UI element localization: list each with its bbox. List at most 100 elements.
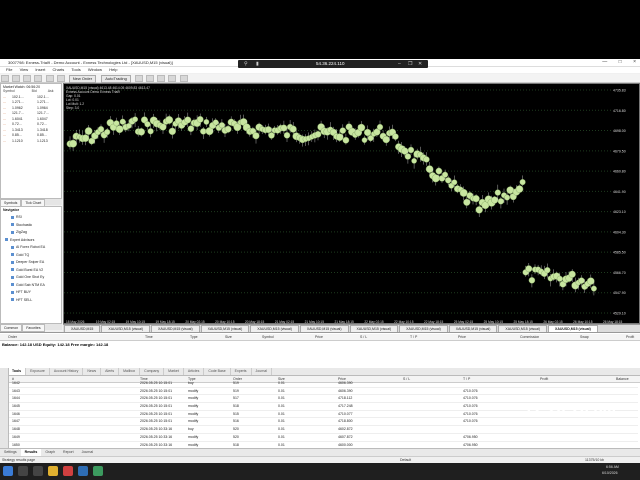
tester-tab[interactable]: Journal [78, 449, 97, 456]
tab-common[interactable]: Common [0, 324, 23, 332]
navigator-item[interactable]: Gold Sab NTM EA [11, 283, 45, 287]
trade-marker [97, 126, 105, 133]
menu-window[interactable]: Window [88, 67, 102, 73]
profiles-icon[interactable] [12, 75, 21, 82]
browser-icon[interactable] [63, 466, 73, 476]
file-explorer-icon[interactable] [48, 466, 58, 476]
results-row[interactable]: 1643 2026.05.25 10:15:01 modify 519 0.01 4606… [8, 388, 638, 396]
tester-tab[interactable]: Settings [0, 449, 21, 456]
tester-tab[interactable]: Results [20, 449, 42, 456]
orders-column[interactable]: Order [8, 335, 17, 339]
orders-column[interactable]: Price [315, 335, 323, 339]
terminal-tab[interactable]: News [83, 368, 102, 375]
mt4-icon[interactable] [93, 466, 103, 476]
orders-column[interactable]: Type [190, 335, 198, 339]
new-order-button[interactable]: New Order [68, 75, 97, 83]
navigator-item-label: HFT BUY [16, 290, 31, 294]
terminal-tab[interactable]: Market [164, 368, 184, 375]
navigator-item[interactable]: ZigZag [11, 230, 27, 234]
minimize-remote-icon[interactable]: – [398, 61, 401, 67]
price-tick-label: 4679.50 [613, 149, 626, 153]
results-cell-n: 1650 [12, 442, 20, 447]
candle-chart-icon[interactable] [146, 75, 155, 82]
terminal-tab[interactable]: Tools [8, 368, 27, 375]
terminal-tab[interactable]: Experts [231, 368, 252, 375]
new-chart-icon[interactable] [1, 75, 9, 82]
navigator-item[interactable]: Stochastic [11, 223, 32, 227]
terminal-tab[interactable]: Mailbox [119, 368, 141, 375]
maximize-button[interactable]: □ [619, 59, 622, 65]
line-chart-icon[interactable] [157, 75, 166, 82]
results-row[interactable]: 1642 2026.05.25 10:15:01 buy 519 0.01 4606.39… [8, 380, 638, 388]
menu-help[interactable]: Help [109, 67, 117, 73]
orders-column[interactable]: Symbol [262, 335, 274, 339]
zoom-in-icon[interactable] [168, 75, 177, 82]
start-icon[interactable] [3, 466, 13, 476]
orders-column[interactable]: Swap [580, 335, 589, 339]
tab-favorites[interactable]: Favorites [22, 324, 45, 332]
col-ask[interactable]: Ask [48, 89, 54, 93]
minimize-button[interactable]: — [602, 59, 607, 65]
tray-time[interactable]: 6:56 AM [606, 465, 619, 469]
close-remote-icon[interactable]: ✕ [418, 61, 422, 67]
price-chart[interactable]: 4735.83 4716.80 4698.00 4679.50 4660.80 4641.… [63, 83, 640, 324]
navigator-item[interactable]: Gold One Shot Ey [11, 275, 44, 279]
tester-tab[interactable]: Report [59, 449, 78, 456]
trade-marker [165, 116, 174, 124]
pin-icon[interactable]: ⚲ [244, 61, 248, 67]
search-icon[interactable] [18, 466, 28, 476]
status-right: 11375/10 kb [585, 458, 605, 462]
results-row[interactable]: 1647 2026.05.25 10:15:01 modify 516 0.01 4718… [8, 418, 638, 427]
orders-column[interactable]: Price [458, 335, 466, 339]
terminal-tab[interactable]: Alerts [101, 368, 120, 375]
task-view-icon[interactable] [33, 466, 43, 476]
orders-column[interactable]: Profit [626, 335, 634, 339]
menu-file[interactable]: File [6, 67, 12, 73]
menu-insert[interactable]: Insert [35, 67, 45, 73]
orders-column[interactable]: Time [145, 335, 153, 339]
terminal-tab[interactable]: Articles [184, 368, 205, 375]
terminal-tab[interactable]: Exposure [26, 368, 50, 375]
orders-column[interactable]: Commission [520, 335, 539, 339]
menu-charts[interactable]: Charts [52, 67, 64, 73]
navigator-item[interactable]: Gold Burst EA V2 [11, 268, 43, 272]
col-bid[interactable]: Bid [32, 89, 37, 93]
tray-date[interactable]: 6/10/2026 [602, 471, 618, 475]
navigator-item[interactable]: HFT SELL [11, 298, 32, 302]
results-row[interactable]: 1648 2026.05.25 10:33:16 buy 520 0.01 4602.87… [8, 426, 638, 434]
results-row[interactable]: 1644 2026.05.25 10:15:01 modify 517 0.01 4718… [8, 395, 638, 404]
orders-column[interactable]: T / P [410, 335, 417, 339]
menu-view[interactable]: View [20, 67, 29, 73]
navigator-item[interactable]: Gold TQ [11, 253, 29, 257]
menu-tools[interactable]: Tools [71, 67, 80, 73]
close-button[interactable]: × [633, 59, 636, 65]
app-icon[interactable] [78, 466, 88, 476]
terminal-tab[interactable]: Company [140, 368, 165, 375]
terminal-tab[interactable]: Code Base [204, 368, 231, 375]
col-symbol[interactable]: Symbol [3, 89, 15, 93]
navigator-item[interactable]: HFT BUY [11, 290, 31, 294]
navigator-item[interactable]: Deeper Sniper EA [11, 260, 44, 264]
trade-marker [587, 277, 595, 285]
orders-column[interactable]: Size [225, 335, 232, 339]
terminal-tab[interactable]: Account History [50, 368, 84, 375]
results-row[interactable]: 1649 2026.05.25 10:33:16 modify 520 0.01 4607… [8, 434, 638, 442]
navigator-icon[interactable] [34, 75, 43, 82]
price-tick-label: 4585.50 [613, 251, 626, 255]
market-watch-icon[interactable] [23, 75, 32, 82]
tester-icon[interactable] [56, 75, 65, 82]
tester-tab[interactable]: Graph [41, 449, 59, 456]
navigator-item[interactable]: AI Forex Robot EA [11, 245, 45, 249]
autotrading-button[interactable]: AutoTrading [101, 75, 131, 83]
orders-column[interactable]: S / L [360, 335, 367, 339]
trade-marker [392, 133, 399, 140]
navigator-item[interactable]: Expert Advisors [5, 238, 34, 242]
trade-marker [144, 121, 151, 128]
restore-remote-icon[interactable]: ❐ [408, 61, 412, 67]
navigator-item[interactable]: RSI [11, 215, 22, 219]
terminal-icon[interactable] [45, 75, 54, 82]
zoom-out-icon[interactable] [179, 75, 188, 82]
terminal-tab[interactable]: Journal [252, 368, 273, 375]
bar-chart-icon[interactable] [135, 75, 143, 82]
market-watch-row[interactable]: ... 1.1210 1.1213 [2, 138, 61, 144]
